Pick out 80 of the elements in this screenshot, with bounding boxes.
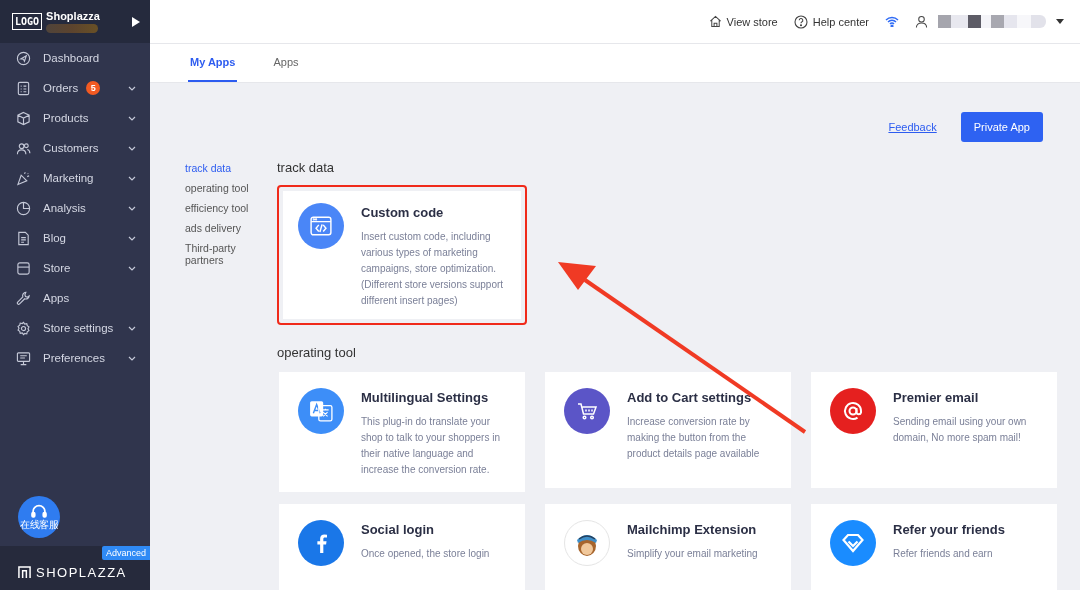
sidebar-item[interactable]: Store [0,253,150,283]
tab[interactable]: Apps [271,44,301,82]
box-icon [16,110,31,126]
chevron-icon [128,205,136,211]
chevron-icon [128,175,136,181]
app-title: Custom code [361,204,445,222]
app-card[interactable]: Premier email Sending email using your own domain, No more spam mail! [809,370,1059,490]
help-center-link[interactable]: Help center [793,14,869,29]
house-icon [708,15,722,28]
category-link[interactable]: track data [185,162,265,174]
sidebar-item[interactable]: Dashboard [0,43,150,73]
wifi-icon [885,16,899,27]
app-card[interactable]: Refer your friends Refer friends and earn [809,502,1059,590]
category-link[interactable]: operating tool [185,182,265,194]
chevron-icon [128,145,136,151]
sidebar-item[interactable]: Marketing [0,163,150,193]
category-link[interactable]: ads delivery [185,222,265,234]
people-icon [16,140,31,156]
app-title: Refer your friends [893,521,1006,539]
document-icon [16,230,31,246]
plan-badge: Advanced [101,546,150,560]
view-store-link[interactable]: View store [708,15,778,28]
private-app-button[interactable]: Private App [960,112,1043,142]
shop-name: Shoplazza [46,10,101,22]
brand-icon [18,565,31,579]
user-icon[interactable] [915,15,928,28]
wrench-icon [16,290,31,306]
monitor-icon [16,350,31,366]
caret-icon[interactable] [1056,19,1064,24]
app-title: Social login [361,521,435,539]
brand-name: SHOPLAZZA [36,564,127,580]
feedback-link[interactable]: Feedback [888,121,937,133]
chevron-icon [128,115,136,121]
chevron-icon [128,355,136,361]
sidebar-item[interactable]: Analysis [0,193,150,223]
chevron-icon [128,325,136,331]
app-title: Mailchimp Extension [627,521,758,539]
compass-icon [16,50,31,66]
app-card[interactable]: Custom code Insert custom code, including various types of marketing campaigns, store optimization. (Different store versions support different insert pages) [277,185,527,325]
help-icon [793,14,808,29]
category-link[interactable]: Third-party partners [185,242,265,266]
category-link[interactable]: efficiency tool [185,202,265,214]
list-icon [16,80,31,96]
collapse-icon[interactable] [132,16,140,27]
store-icon [16,260,31,276]
sidebar-item[interactable]: Customers [0,133,150,163]
sidebar-item[interactable]: Preferences [0,343,150,373]
app-description: Once opened, the store login [361,547,491,561]
app-description: Refer friends and earn [893,547,994,561]
pie-chart-icon [16,200,31,216]
support-button[interactable]: 在线客服 [18,496,60,538]
section-title: operating tool [277,344,357,362]
count-badge: 5 [86,81,101,95]
app-card[interactable]: Add to Cart settings Increase conversion rate by making the button from the product details page available [543,370,793,490]
headset-icon [30,504,48,519]
party-popper-icon [16,170,31,186]
sidebar-item[interactable]: Orders 5 [0,73,150,103]
app-description: Increase conversion rate by making the button from the product details page available [627,415,761,461]
chevron-icon [128,265,136,271]
app-description: Simplify your email marketing [627,547,759,561]
app-card[interactable]: Mailchimp Extension Simplify your email marketing [543,502,793,590]
section-title: track data [277,159,336,177]
gear-icon [16,320,31,336]
app-title: Add to Cart settings [627,389,753,407]
logo: LOGO [12,13,43,30]
chevron-icon [128,235,136,241]
sidebar-item[interactable]: Store settings [0,313,150,343]
chevron-icon [128,85,136,91]
app-card[interactable]: Multilingual Settings This plug-in do translate your shop to talk to your shoppers in their native language and increase the conversion rate. [277,370,527,494]
app-description: Sending email using your own domain, No more spam mail! [893,415,1028,445]
tab[interactable]: My Apps [188,44,238,82]
sidebar-item[interactable]: Blog [0,223,150,253]
sidebar-item[interactable]: Apps [0,283,150,313]
app-description: This plug-in do translate your shop to talk to your shoppers in their native language and increase the conversion rate. [361,415,501,477]
app-title: Multilingual Settings [361,389,490,407]
app-description: Insert custom code, including various types of marketing campaigns, store optimization. (Different store versions support different insert pages) [361,230,505,308]
sidebar-item[interactable]: Products [0,103,150,133]
blurred-store-name [46,24,99,33]
app-title: Premier email [893,389,980,407]
app-card[interactable]: Social login Once opened, the store login [277,502,527,590]
